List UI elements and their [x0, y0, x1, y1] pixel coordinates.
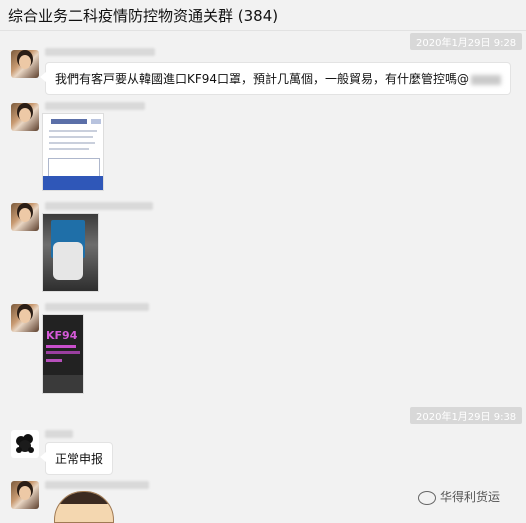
message-text: 正常申报: [55, 452, 104, 466]
sender-name-redacted: [45, 102, 145, 110]
cartoon-sticker-image[interactable]: [54, 491, 114, 523]
sender-name-redacted: [45, 48, 155, 56]
chat-title: 综合业务二科疫情防控物资通关群 (384): [8, 7, 279, 25]
watermark-text: 华得利货运: [440, 490, 501, 504]
document-image[interactable]: [42, 113, 104, 191]
poodle-icon: [16, 434, 34, 453]
message-bubble[interactable]: 我們有客戸要从韓國進口KF94口罩，預計几萬個，一般貿易，有什麼管控嗎@: [39, 62, 512, 95]
avatar[interactable]: [11, 481, 39, 509]
sender-name-redacted: [45, 202, 153, 210]
message-bubble[interactable]: 正常申报: [39, 442, 114, 475]
message-text: 我們有客戸要从韓國進口KF94口罩，預計几萬個，一般貿易，有什麼管控嗎@: [55, 72, 470, 86]
avatar[interactable]: [11, 203, 39, 231]
mask-photo-image[interactable]: [42, 213, 99, 292]
avatar[interactable]: [11, 430, 39, 458]
mention-redacted: [471, 74, 502, 85]
avatar[interactable]: [11, 304, 39, 332]
sender-name-redacted: [45, 430, 73, 438]
avatar[interactable]: [11, 103, 39, 131]
kf94-label: KF94: [46, 329, 78, 342]
sender-name-redacted: [45, 303, 149, 311]
chat-header: 综合业务二科疫情防控物资通关群 (384): [0, 0, 526, 31]
wechat-icon: [418, 490, 436, 505]
timestamp: 2020年1月29日 9:38: [410, 407, 523, 424]
timestamp: 2020年1月29日 9:28: [410, 33, 523, 50]
sender-name-redacted: [45, 481, 149, 489]
kf94-box-image[interactable]: KF94: [42, 314, 84, 394]
watermark: 华得利货运: [418, 488, 500, 505]
avatar[interactable]: [11, 50, 39, 78]
